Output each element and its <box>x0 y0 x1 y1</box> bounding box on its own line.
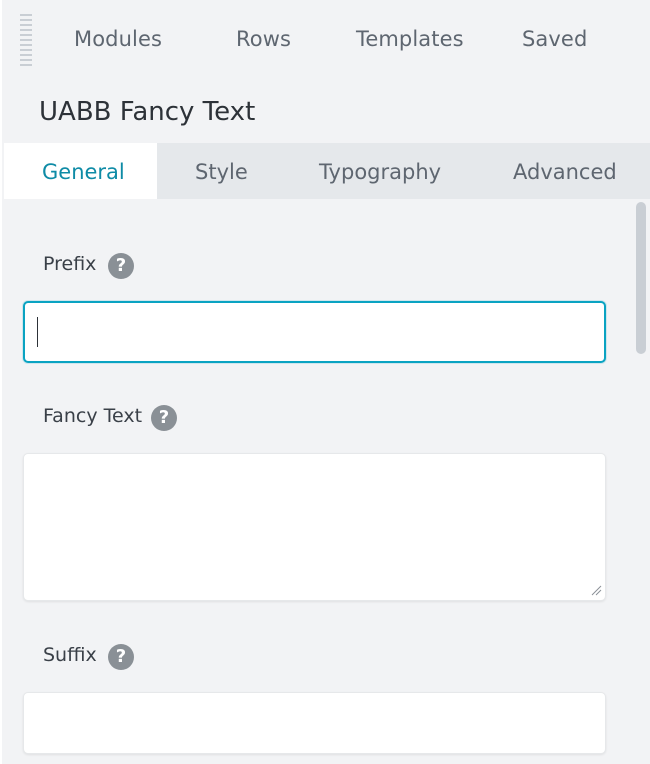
nav-templates[interactable]: Templates <box>356 27 464 51</box>
tab-typography[interactable]: Typography <box>319 143 441 199</box>
nav-rows[interactable]: Rows <box>236 27 291 51</box>
nav-saved[interactable]: Saved <box>522 27 587 51</box>
fancy-text-label: Fancy Text <box>43 405 143 427</box>
prefix-input[interactable] <box>23 301 606 363</box>
suffix-label: Suffix <box>43 644 97 666</box>
scrollbar-thumb[interactable] <box>636 202 646 354</box>
resize-grip-icon[interactable] <box>591 585 602 596</box>
help-icon[interactable]: ? <box>151 405 177 431</box>
top-nav: Modules Rows Templates Saved <box>2 0 650 86</box>
tab-general[interactable]: General <box>4 143 157 199</box>
settings-panel: Modules Rows Templates Saved UABB Fancy … <box>0 0 650 764</box>
module-title: UABB Fancy Text <box>39 97 256 127</box>
help-icon[interactable]: ? <box>108 644 134 670</box>
text-caret <box>37 317 38 347</box>
settings-tabs: General Style Typography Advanced <box>4 143 650 199</box>
help-icon[interactable]: ? <box>108 253 134 279</box>
fancy-text-textarea[interactable] <box>23 453 606 601</box>
tab-advanced[interactable]: Advanced <box>513 143 617 199</box>
tab-style[interactable]: Style <box>195 143 248 199</box>
prefix-label: Prefix <box>43 253 97 275</box>
nav-modules[interactable]: Modules <box>74 27 162 51</box>
suffix-input[interactable] <box>23 692 606 754</box>
drag-handle-icon[interactable] <box>20 14 32 66</box>
